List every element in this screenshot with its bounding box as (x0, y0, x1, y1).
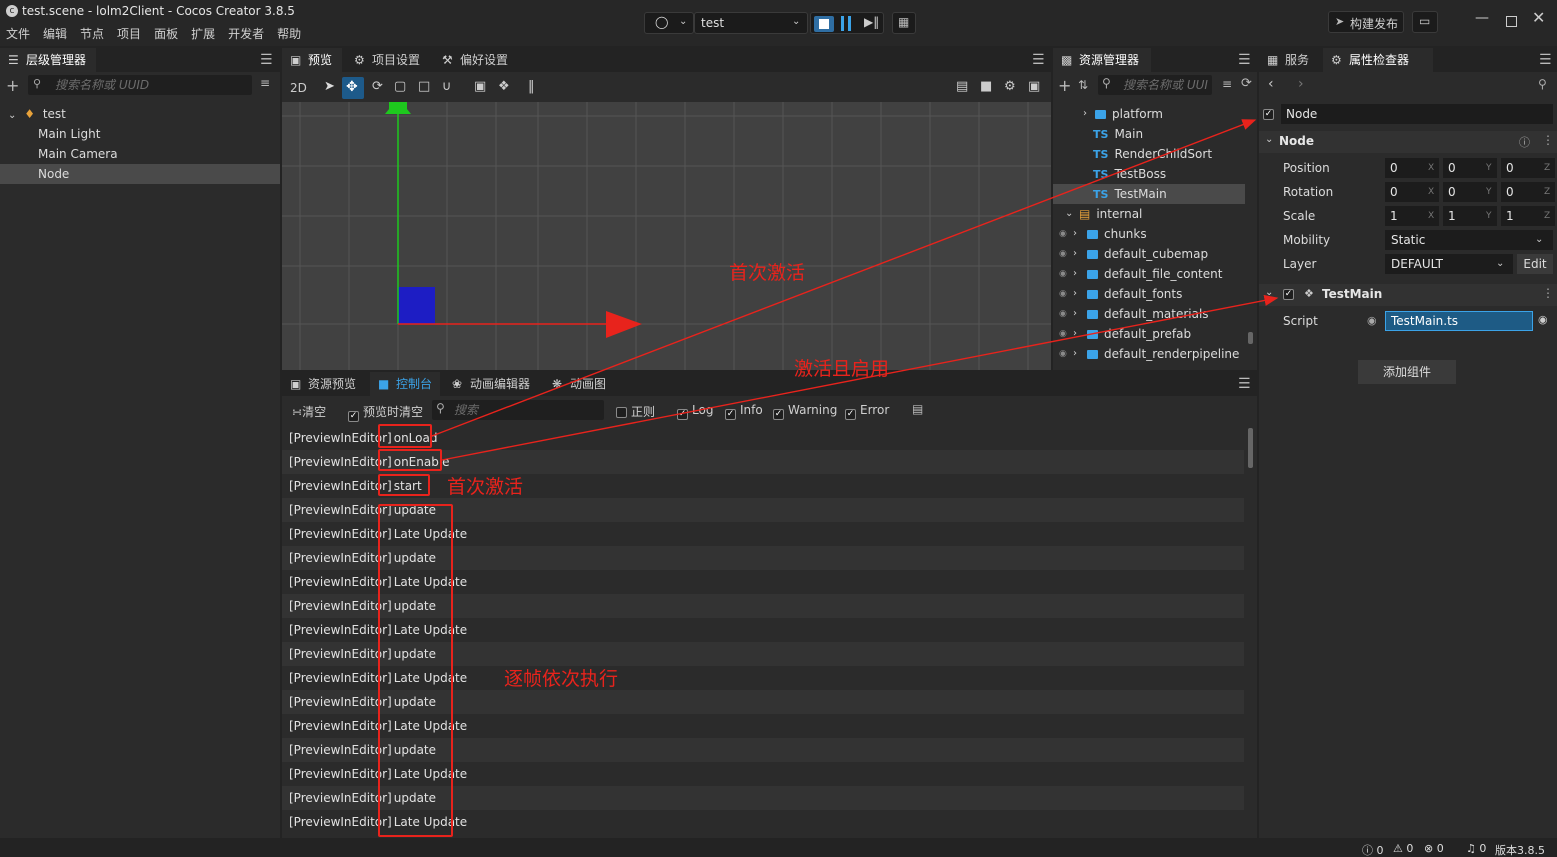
error-count[interactable]: ⊗ 0 (1424, 842, 1444, 855)
notice-count-value: 0 (1479, 842, 1487, 855)
error-count-value: 0 (1436, 842, 1444, 855)
annotation-arrows (431, 119, 1279, 461)
status-bar: ⓘ 0 ⚠ 0 ⊗ 0 ♫ 0 版本3.8.5 (0, 840, 1557, 857)
notice-count[interactable]: ♫ 0 (1466, 842, 1486, 855)
info-count-value: 0 (1376, 844, 1384, 857)
arrow-onload-to-node (431, 119, 1257, 437)
version-label: 版本3.8.5 (1495, 844, 1545, 857)
arrow-onenable-to-component (441, 294, 1279, 461)
info-count[interactable]: ⓘ 0 (1362, 842, 1384, 857)
warn-count-value: 0 (1406, 842, 1414, 855)
warn-count[interactable]: ⚠ 0 (1393, 842, 1413, 855)
